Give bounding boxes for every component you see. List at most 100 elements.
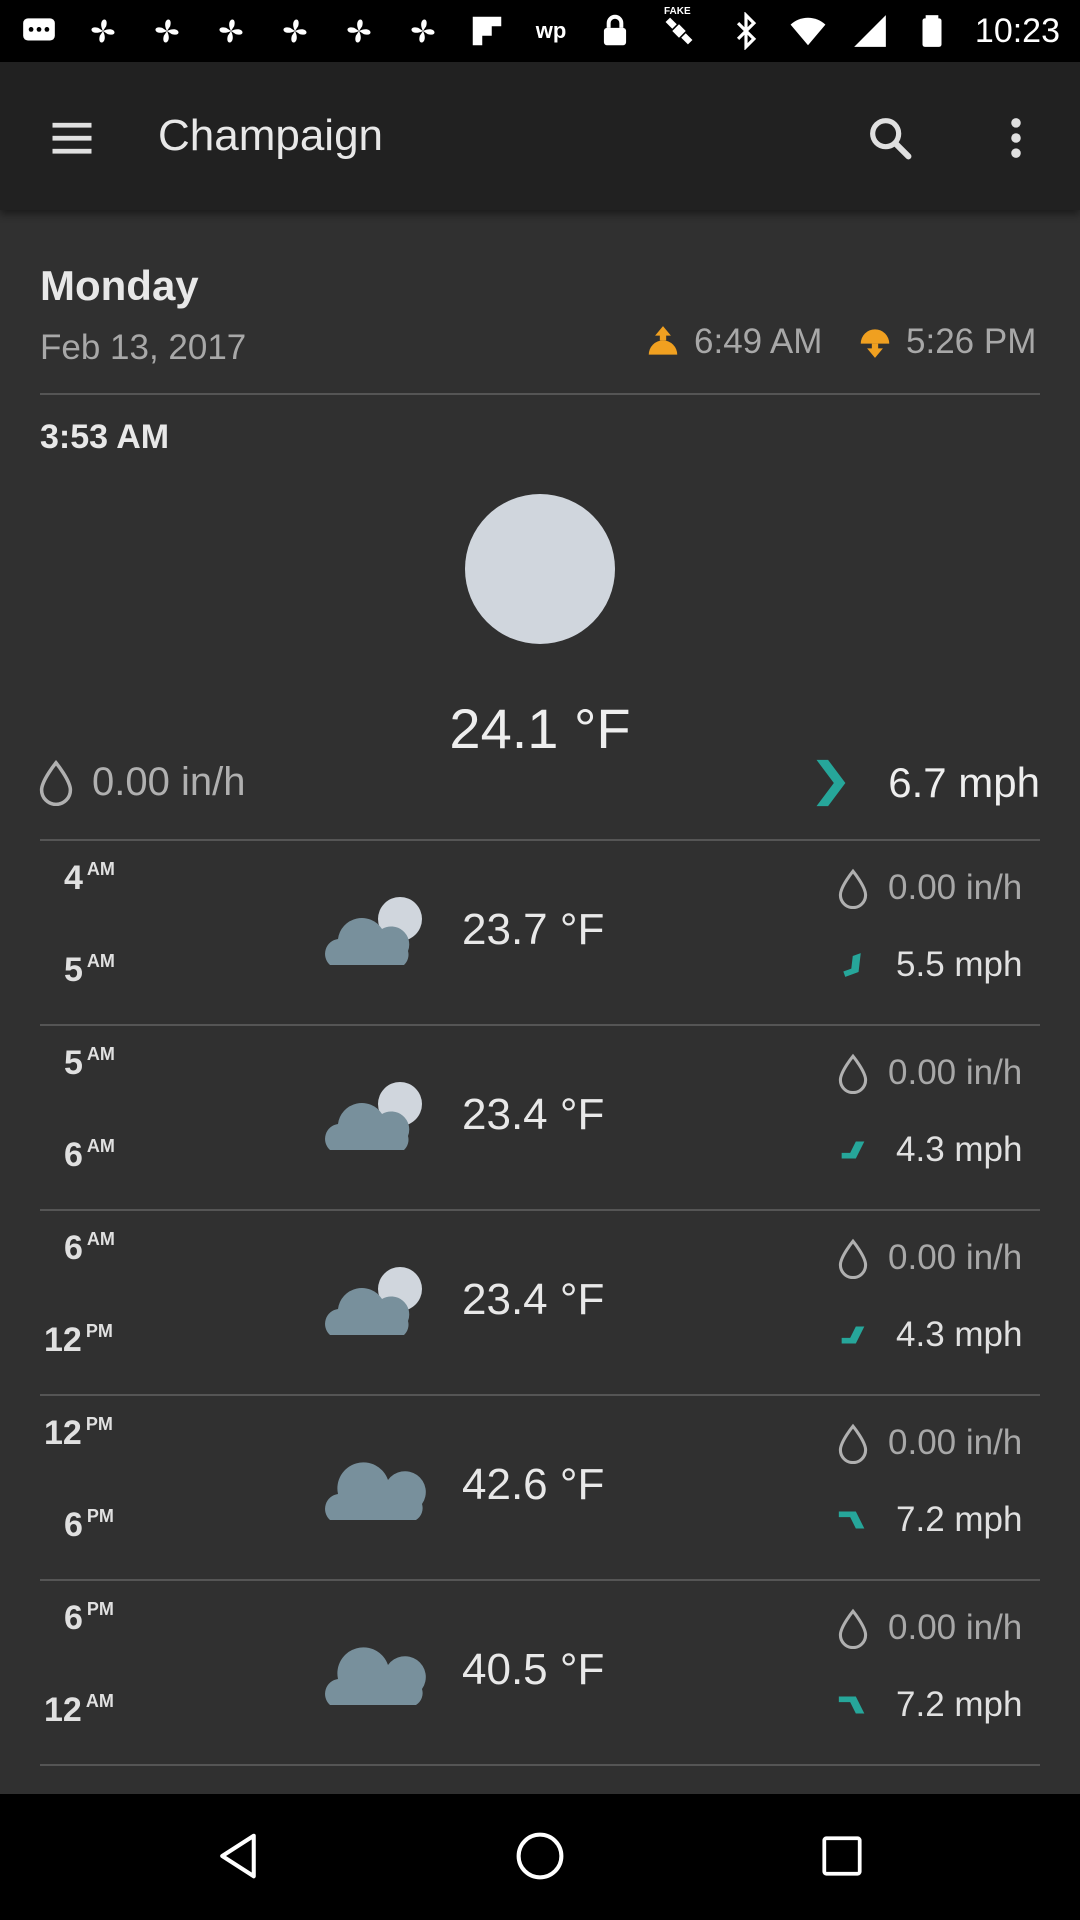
menu-button[interactable] <box>36 102 108 174</box>
period-end: 12 AM <box>44 1691 114 1730</box>
period-start-hour: 6 <box>64 1599 83 1637</box>
period-start-ampm: AM <box>86 1229 115 1249</box>
raindrop-icon <box>838 1238 868 1279</box>
system-icons: 10:23 <box>727 10 1060 52</box>
raindrop-icon <box>838 1423 868 1464</box>
forecast-wind-value: 7.2 mph <box>896 1685 1023 1724</box>
wp-badge-text: wp <box>535 18 567 43</box>
forecast-wind-value: 5.5 mph <box>896 945 1023 984</box>
period-end-ampm: AM <box>86 1136 115 1156</box>
period-end-hour: 12 <box>44 1691 82 1729</box>
partly-cloudy-night-icon <box>325 897 422 965</box>
forecast-precipitation: 0.00 in/h <box>836 1607 1022 1649</box>
cloud-icon <box>325 1647 426 1705</box>
forecast-content[interactable]: Monday Feb 13, 2017 6:49 AM 5:26 PM 3:53… <box>0 210 1080 1794</box>
forecast-wind: 5.5 mph <box>836 945 1022 985</box>
current-wind-value: 6.7 mph <box>888 759 1040 806</box>
sunrise-icon <box>648 326 678 355</box>
period-start-hour: 4 <box>64 859 83 897</box>
period-start: 12 PM <box>44 1414 113 1453</box>
period-end: 5 AM <box>64 951 115 990</box>
app-bar: Champaign <box>0 62 1080 210</box>
sunrise: 6:49 AM <box>644 322 822 362</box>
forecast-wind-value: 7.2 mph <box>896 1500 1023 1539</box>
period-end-hour: 6 <box>64 1136 83 1174</box>
home-button[interactable] <box>500 1816 580 1896</box>
sunset: 5:26 PM <box>856 322 1036 362</box>
forecast-row[interactable]: 6 PM 12 AM 40.5 °F 0.00 in/h 7.2 mph <box>0 1581 1080 1765</box>
fan-icon <box>84 12 122 50</box>
partly-cloudy-night-icon <box>325 1082 422 1150</box>
forecast-temperature: 23.4 °F <box>462 1090 605 1139</box>
period-start: 5 AM <box>64 1044 115 1083</box>
recents-button[interactable] <box>802 1816 882 1896</box>
forecast-precipitation-value: 0.00 in/h <box>888 868 1023 907</box>
status-bar: wp FAKE 10:23 <box>0 0 1080 62</box>
fan-icon <box>404 12 442 50</box>
status-time: 10:23 <box>974 11 1060 50</box>
period-end-hour: 6 <box>64 1506 83 1544</box>
forecast-precipitation: 0.00 in/h <box>836 1052 1022 1094</box>
current-temperature: 24.1 °F <box>449 697 631 760</box>
message-icon <box>20 12 58 50</box>
navigation-bar <box>0 1794 1080 1920</box>
forecast-precipitation-value: 0.00 in/h <box>888 1608 1023 1647</box>
search-icon <box>870 118 912 160</box>
forecast-row[interactable]: 4 AM 5 AM 23.7 °F 0.00 in/h 5.5 mph <box>0 841 1080 1025</box>
forecast-precipitation: 0.00 in/h <box>836 1422 1022 1464</box>
forecast-wind: 7.2 mph <box>836 1500 1022 1540</box>
forecast-wind-value: 4.3 mph <box>896 1315 1023 1354</box>
fan-icon <box>148 12 186 50</box>
sunrise-time: 6:49 AM <box>694 322 823 361</box>
battery-icon <box>913 12 951 50</box>
forecast-row[interactable]: 6 AM 12 PM 23.4 °F 0.00 in/h 4.3 mph <box>0 1211 1080 1395</box>
signal-icon <box>851 12 889 50</box>
period-end-ampm: AM <box>86 951 115 971</box>
more-options-button[interactable] <box>980 102 1052 174</box>
fan-icon <box>212 12 250 50</box>
day-name: Monday <box>40 262 199 309</box>
wind-direction-icon <box>816 759 846 807</box>
moon-icon <box>465 494 615 644</box>
forecast-row[interactable]: 5 AM 6 AM 23.4 °F 0.00 in/h 4.3 mph <box>0 1026 1080 1210</box>
forecast-precipitation: 0.00 in/h <box>836 867 1022 909</box>
forecast-wind: 4.3 mph <box>836 1130 1022 1170</box>
forecast-wind: 7.2 mph <box>836 1685 1022 1725</box>
search-button[interactable] <box>854 102 926 174</box>
current-wind: 6.7 mph <box>812 758 1040 808</box>
partly-cloudy-night-icon <box>325 1267 422 1335</box>
period-start-ampm: AM <box>86 1044 115 1064</box>
period-start-ampm: PM <box>85 1414 113 1434</box>
forecast-precipitation-value: 0.00 in/h <box>888 1423 1023 1462</box>
day-date: Feb 13, 2017 <box>40 328 247 367</box>
period-start-hour: 5 <box>64 1044 83 1082</box>
forecast-precipitation: 0.00 in/h <box>836 1237 1022 1279</box>
wifi-icon <box>789 12 827 50</box>
back-button[interactable] <box>198 1816 278 1896</box>
period-end-hour: 5 <box>64 951 83 989</box>
period-start-ampm: PM <box>86 1599 114 1619</box>
forecast-precipitation-value: 0.00 in/h <box>888 1238 1023 1277</box>
period-start-ampm: AM <box>86 859 115 879</box>
lock-icon <box>596 12 634 50</box>
period-start-hour: 12 <box>44 1414 82 1452</box>
current-time: 3:53 AM <box>40 418 170 456</box>
cloud-icon <box>325 1462 426 1520</box>
period-start: 4 AM <box>64 859 115 898</box>
back-icon <box>220 1833 256 1879</box>
fake-gps-icon: FAKE <box>660 6 698 50</box>
recents-icon <box>822 1836 862 1876</box>
more-vert-icon <box>1011 118 1021 158</box>
divider <box>40 393 1040 395</box>
forecast-row[interactable]: 12 PM 6 PM 42.6 °F 0.00 in/h 7.2 mph <box>0 1396 1080 1580</box>
fake-badge-text: FAKE <box>664 6 691 17</box>
period-start: 6 PM <box>64 1599 114 1638</box>
wind-direction-icon <box>841 1141 865 1159</box>
flipboard-icon <box>468 12 506 50</box>
wind-direction-icon <box>843 953 861 977</box>
wind-direction-icon <box>841 1326 865 1344</box>
forecast-temperature: 42.6 °F <box>462 1460 605 1509</box>
wind-direction-icon <box>838 1696 865 1714</box>
current-precipitation: 0.00 in/h <box>36 758 245 806</box>
fan-icon <box>340 12 378 50</box>
